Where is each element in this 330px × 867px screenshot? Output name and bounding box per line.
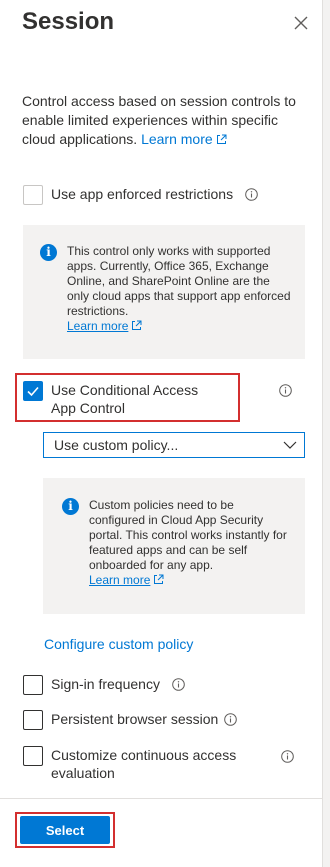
learn-more-link[interactable]: Learn more [141, 131, 227, 147]
policy-dropdown[interactable]: Use custom policy... [43, 432, 305, 458]
app-enforced-info-box: i This control only works with supported… [23, 225, 305, 359]
panel-title: Session [22, 8, 115, 35]
info-icon: i [40, 244, 57, 261]
info-icon: i [62, 498, 79, 515]
info-icon[interactable] [281, 750, 294, 763]
conditional-access-checkbox[interactable] [23, 381, 43, 401]
continuous-access-label: Customize continuous access evaluation [51, 747, 237, 781]
persistent-session-checkbox[interactable] [23, 710, 43, 730]
external-link-icon [216, 134, 227, 144]
info-icon[interactable] [224, 713, 237, 726]
app-enforced-info-text: This control only works with supported a… [67, 244, 291, 333]
footer-divider [0, 798, 322, 799]
learn-more-link[interactable]: Learn more [89, 573, 164, 587]
app-enforced-checkbox[interactable] [23, 185, 43, 205]
app-enforced-label: Use app enforced restrictions [51, 186, 234, 202]
configure-custom-policy-link[interactable]: Configure custom policy [44, 636, 193, 652]
external-link-icon [154, 574, 164, 584]
signin-frequency-label: Sign-in frequency [51, 676, 160, 692]
info-icon[interactable] [279, 384, 292, 397]
info-icon[interactable] [245, 188, 258, 201]
chevron-down-icon [283, 441, 297, 449]
app-enforced-row: Use app enforced restrictions [23, 185, 233, 205]
scrollbar[interactable] [322, 0, 330, 867]
continuous-access-row: Customize continuous access evaluation [23, 746, 253, 782]
close-icon[interactable] [292, 14, 310, 32]
external-link-icon [132, 320, 142, 330]
persistent-session-row: Persistent browser session [23, 710, 218, 730]
custom-policy-info-text: Custom policies need to be configured in… [89, 498, 287, 587]
info-icon[interactable] [172, 678, 185, 691]
checkmark-icon [27, 386, 39, 397]
learn-more-link[interactable]: Learn more [67, 319, 142, 333]
signin-frequency-checkbox[interactable] [23, 675, 43, 695]
conditional-access-row: Use Conditional Access App Control [23, 381, 233, 417]
custom-policy-info-box: i Custom policies need to be configured … [43, 478, 305, 614]
session-panel: Session Control access based on session … [0, 0, 322, 867]
policy-dropdown-value: Use custom policy... [54, 437, 179, 453]
select-button[interactable]: Select [20, 816, 110, 844]
panel-description: Control access based on session controls… [22, 92, 307, 149]
continuous-access-checkbox[interactable] [23, 746, 43, 766]
persistent-session-label: Persistent browser session [51, 711, 219, 727]
conditional-access-label: Use Conditional Access App Control [51, 382, 199, 416]
signin-frequency-row: Sign-in frequency [23, 675, 160, 695]
